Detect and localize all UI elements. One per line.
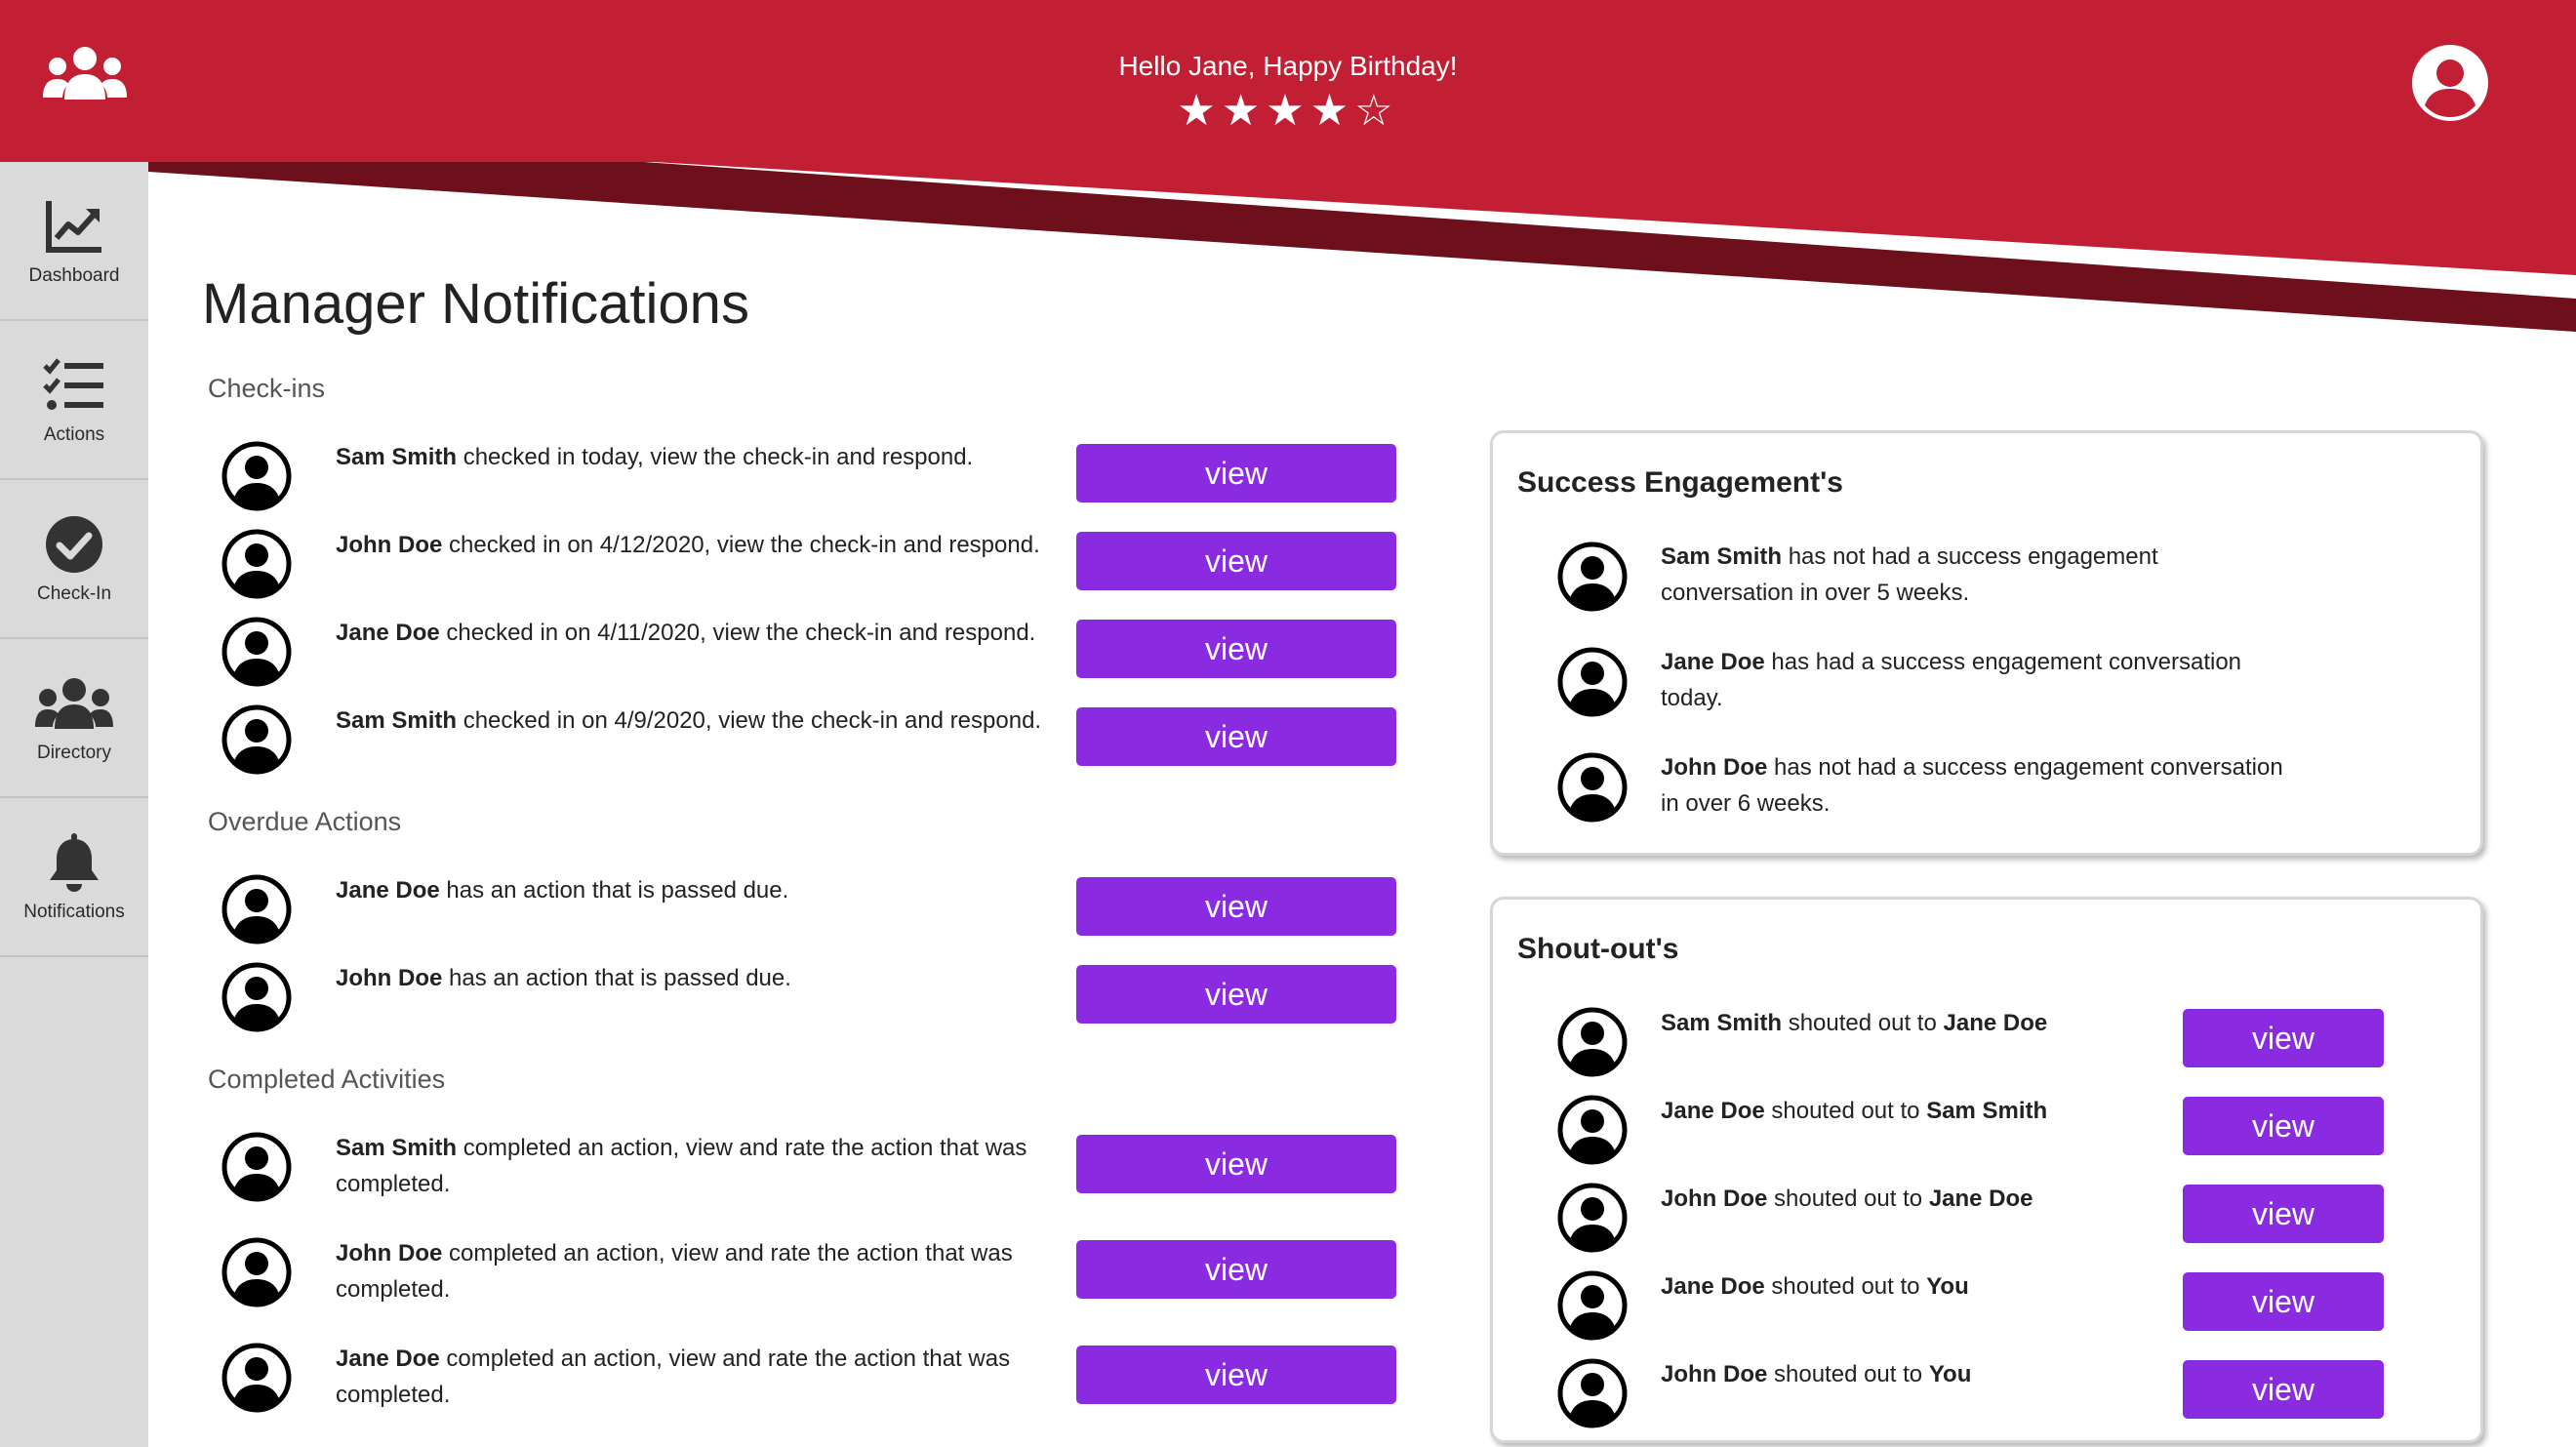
star-rating: ★★★★☆ xyxy=(1177,86,1399,136)
view-button[interactable]: view xyxy=(1076,444,1396,502)
bell-icon xyxy=(50,832,99,892)
sidebar-item-check-in[interactable]: Check-In xyxy=(0,480,148,639)
check-circle-icon xyxy=(46,515,102,573)
page-title: Manager Notifications xyxy=(202,272,749,336)
sidebar-item-label: Actions xyxy=(43,423,105,445)
shout-out-text: John Doe shouted out to Jane Doe xyxy=(1661,1186,2033,1212)
sidebar-item-label: Dashboard xyxy=(28,264,120,286)
user-avatar-icon xyxy=(1557,1358,1628,1428)
overdue-action-text: John Doe has an action that is passed du… xyxy=(336,965,791,991)
success-engagement-text: Sam Smith has not had a success engageme… xyxy=(1661,543,2158,606)
shout-out-text: Jane Doe shouted out to Sam Smith xyxy=(1661,1098,2048,1124)
sidebar-item-label: Directory xyxy=(36,742,111,763)
check-in-text: Sam Smith checked in on 4/9/2020, view t… xyxy=(336,707,1042,734)
view-button[interactable]: view xyxy=(1076,620,1396,678)
overdue-action-text: Jane Doe has an action that is passed du… xyxy=(336,877,789,904)
check-in-text: Sam Smith checked in today, view the che… xyxy=(336,444,974,470)
sidebar-item-dashboard[interactable]: Dashboard xyxy=(0,162,148,321)
view-button[interactable]: view xyxy=(1076,965,1396,1024)
user-avatar-icon xyxy=(1557,752,1628,823)
view-button[interactable]: view xyxy=(1076,532,1396,590)
sidebar: Dashboard Actions Check-In Directory Not… xyxy=(0,162,148,1447)
user-avatar-icon xyxy=(221,441,292,511)
birthday-greeting: Hello Jane, Happy Birthday! xyxy=(1118,51,1458,81)
user-circle-icon xyxy=(2412,45,2488,121)
user-avatar-icon xyxy=(221,704,292,775)
chart-line-icon xyxy=(46,200,101,253)
section-title-completed-activities: Completed Activities xyxy=(208,1065,446,1094)
view-button[interactable]: view xyxy=(2183,1009,2384,1067)
user-avatar-icon xyxy=(221,529,292,599)
sidebar-item-actions[interactable]: Actions xyxy=(0,321,148,480)
completed-activity-text: John Doe completed an action, view and r… xyxy=(336,1240,1013,1303)
check-in-text: John Doe checked in on 4/12/2020, view t… xyxy=(336,532,1040,558)
view-button[interactable]: view xyxy=(1076,1135,1396,1193)
user-avatar-icon xyxy=(1557,1183,1628,1253)
section-title-overdue-actions: Overdue Actions xyxy=(208,807,402,836)
completed-activity-text: Sam Smith completed an action, view and … xyxy=(336,1135,1027,1197)
user-avatar-icon xyxy=(221,1237,292,1307)
user-avatar-icon xyxy=(221,1132,292,1202)
user-avatar-icon xyxy=(221,617,292,687)
shout-out-text: Jane Doe shouted out to You xyxy=(1661,1273,1969,1300)
user-avatar-icon xyxy=(221,1343,292,1413)
check-in-text: Jane Doe checked in on 4/11/2020, view t… xyxy=(336,620,1036,646)
user-avatar-icon xyxy=(221,962,292,1032)
checklist-icon xyxy=(43,357,103,410)
sidebar-item-label: Notifications xyxy=(23,901,125,922)
user-avatar-icon xyxy=(1557,1007,1628,1077)
completed-activity-text: Jane Doe completed an action, view and r… xyxy=(336,1346,1011,1408)
team-logo-button[interactable] xyxy=(43,45,127,107)
view-button[interactable]: view xyxy=(1076,1240,1396,1299)
shout-out-text: Sam Smith shouted out to Jane Doe xyxy=(1661,1010,2048,1036)
view-button[interactable]: view xyxy=(2183,1185,2384,1243)
sidebar-item-notifications[interactable]: Notifications xyxy=(0,798,148,957)
success-engagement-text: Jane Doe has had a success engagement co… xyxy=(1661,649,2242,711)
sidebar-item-label: Check-In xyxy=(36,583,112,604)
shout-outs-card: Shout-out's Sam Smith shouted out to Jan… xyxy=(1490,897,2483,1443)
view-button[interactable]: view xyxy=(2183,1360,2384,1419)
user-avatar-icon xyxy=(1557,1270,1628,1341)
sidebar-item-directory[interactable]: Directory xyxy=(0,639,148,798)
card-title: Shout-out's xyxy=(1517,933,1679,965)
users-icon xyxy=(35,677,113,729)
section-title-check-ins: Check-ins xyxy=(208,374,326,403)
view-button[interactable]: view xyxy=(1076,1346,1396,1404)
user-avatar-icon xyxy=(1557,647,1628,717)
view-button[interactable]: view xyxy=(1076,877,1396,936)
team-icon xyxy=(43,47,127,100)
success-engagement-card: Success Engagement's Sam Smith has not h… xyxy=(1490,430,2483,856)
view-button[interactable]: view xyxy=(2183,1272,2384,1331)
view-button[interactable]: view xyxy=(2183,1097,2384,1155)
user-avatar-icon xyxy=(221,874,292,945)
card-title: Success Engagement's xyxy=(1517,466,1843,499)
user-avatar-icon xyxy=(1557,542,1628,612)
profile-button[interactable] xyxy=(2410,43,2490,123)
success-engagement-text: John Doe has not had a success engagemen… xyxy=(1661,754,2283,817)
view-button[interactable]: view xyxy=(1076,707,1396,766)
shout-out-text: John Doe shouted out to You xyxy=(1661,1361,1972,1387)
user-avatar-icon xyxy=(1557,1095,1628,1165)
